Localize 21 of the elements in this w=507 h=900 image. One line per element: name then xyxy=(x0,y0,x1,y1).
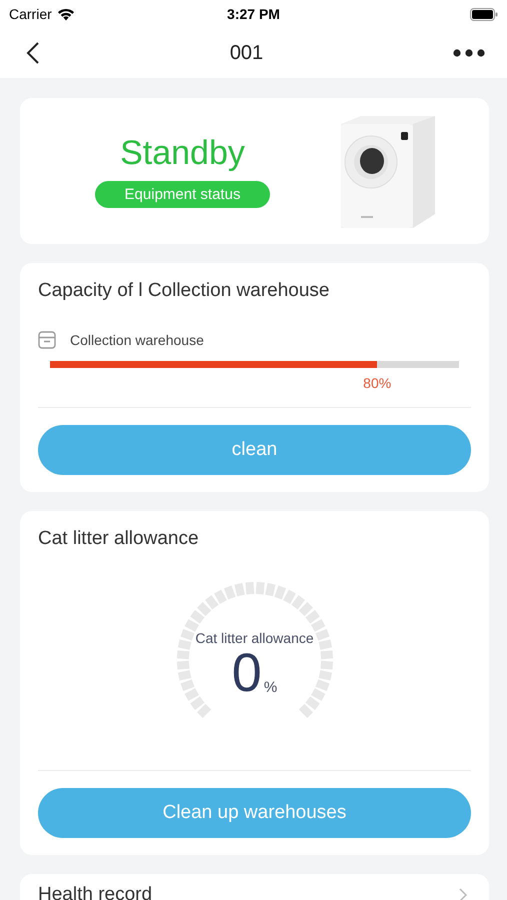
box-icon xyxy=(38,331,56,349)
capacity-reading: 80% xyxy=(363,375,392,391)
card-title: Capacity of l Collection warehouse xyxy=(38,280,330,302)
more-button[interactable] xyxy=(453,49,485,57)
battery-icon xyxy=(470,8,498,20)
gauge-value: 0 xyxy=(232,646,262,700)
gauge-unit: % xyxy=(264,679,278,696)
carrier-label: Carrier xyxy=(9,6,52,22)
wifi-icon xyxy=(56,8,75,20)
status-badge: Equipment status xyxy=(94,181,270,208)
back-button[interactable] xyxy=(26,41,40,65)
clock: 3:27 PM xyxy=(226,6,281,22)
clean-button[interactable]: clean xyxy=(38,425,471,475)
card-title: Cat litter allowance xyxy=(38,528,200,550)
card-title: Health record xyxy=(38,884,154,900)
gauge-label: Cat litter allowance xyxy=(195,630,314,646)
page-title: 001 xyxy=(228,42,264,64)
device-status: Standby xyxy=(120,134,245,173)
chevron-icon xyxy=(459,888,467,900)
clean-warehouses-button[interactable]: Clean up warehouses xyxy=(38,788,471,838)
bin-label: Collection warehouse xyxy=(70,332,204,348)
